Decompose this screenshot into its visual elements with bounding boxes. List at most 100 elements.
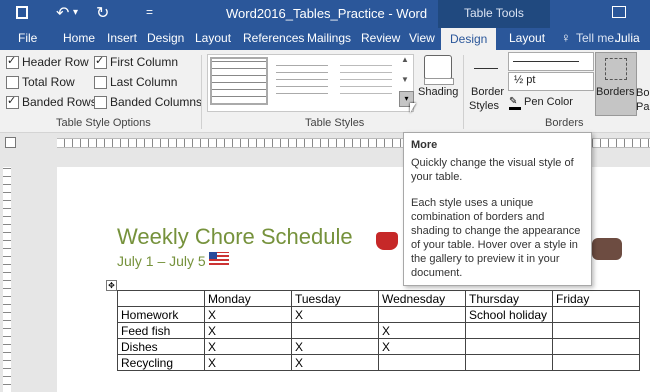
tab-file[interactable]: File xyxy=(18,31,37,45)
line-style-sample xyxy=(513,61,579,62)
tab-design[interactable]: Design xyxy=(147,31,184,45)
banded-columns-label: Banded Columns xyxy=(110,95,203,109)
tooltip-p2: combination of borders and xyxy=(411,211,545,223)
table-cell[interactable]: Monday xyxy=(204,290,292,307)
shading-button[interactable]: Shading xyxy=(418,86,458,98)
gallery-scroll-down-icon[interactable]: ▼ xyxy=(401,75,409,84)
table-cell[interactable]: Dishes xyxy=(117,338,205,355)
borders-group-label: Borders xyxy=(545,117,584,129)
table-cell[interactable]: Recycling xyxy=(117,354,205,371)
first-column-checkbox[interactable] xyxy=(94,54,107,69)
table-row: Dishes X X X xyxy=(117,338,640,355)
vertical-ruler xyxy=(3,167,11,392)
table-style-plain-grid[interactable] xyxy=(210,57,268,105)
table-cell[interactable]: X xyxy=(378,338,466,355)
table-cell[interactable] xyxy=(552,322,640,339)
dustpan-clipart-icon xyxy=(376,232,398,250)
table-cell[interactable]: X xyxy=(291,338,379,355)
customize-qat-icon[interactable]: = xyxy=(146,5,153,19)
tooltip-p4: of your table. Hover over a style in xyxy=(411,239,578,251)
table-row: Feed fish X X xyxy=(117,322,640,339)
table-cell[interactable] xyxy=(465,338,553,355)
pen-color-icon[interactable]: ✎ xyxy=(509,96,521,110)
border-painter-button[interactable]: Bo Pai xyxy=(636,86,650,114)
table-cell[interactable]: Tuesday xyxy=(291,290,379,307)
table-tools-label: Table Tools xyxy=(464,6,524,20)
table-cell[interactable] xyxy=(552,354,640,371)
tooltip-line2: your table. xyxy=(411,171,463,183)
tooltip-title: More xyxy=(411,139,438,151)
table-header-row: Monday Tuesday Wednesday Thursday Friday xyxy=(117,290,640,307)
line-weight-value: ½ pt xyxy=(514,74,536,86)
tooltip-p5: the gallery to preview it in your xyxy=(411,253,560,265)
border-styles-button[interactable]: Border xyxy=(471,86,504,98)
table-cell[interactable]: X xyxy=(291,306,379,323)
last-column-checkbox[interactable] xyxy=(94,76,107,89)
tooltip-p6: document. xyxy=(411,267,463,279)
table-cell[interactable] xyxy=(117,290,205,307)
table-cell[interactable] xyxy=(465,322,553,339)
redo-icon[interactable]: ↻ xyxy=(96,3,109,23)
table-cell[interactable] xyxy=(378,354,466,371)
borders-label: Borders xyxy=(596,86,635,98)
tab-references[interactable]: References xyxy=(243,31,304,45)
table-cell[interactable]: X xyxy=(204,338,292,355)
laundry-clipart-icon xyxy=(592,238,622,260)
banded-rows-label: Banded Rows xyxy=(22,95,97,109)
tab-insert[interactable]: Insert xyxy=(107,31,137,45)
table-cell[interactable]: Thursday xyxy=(465,290,553,307)
group-divider xyxy=(201,55,202,129)
table-style-options-group-label: Table Style Options xyxy=(56,117,151,129)
chore-table[interactable]: Monday Tuesday Wednesday Thursday Friday… xyxy=(117,290,640,371)
shading-color-bar xyxy=(424,78,454,85)
table-cell[interactable] xyxy=(465,354,553,371)
undo-icon[interactable]: ↶ xyxy=(56,3,69,23)
table-style-grid-light[interactable] xyxy=(276,60,328,100)
table-cell[interactable]: X xyxy=(378,322,466,339)
table-cell[interactable]: X xyxy=(204,306,292,323)
tab-review[interactable]: Review xyxy=(361,31,400,45)
table-row: Homework X X School holiday xyxy=(117,306,640,323)
table-cell[interactable]: School holiday xyxy=(465,306,553,323)
table-cell[interactable] xyxy=(552,338,640,355)
border-styles-button-line2[interactable]: Styles xyxy=(469,100,499,112)
tab-table-layout[interactable]: Layout xyxy=(509,31,545,45)
tab-table-design[interactable]: Design xyxy=(441,28,497,50)
table-move-handle-icon[interactable]: ✥ xyxy=(106,280,117,291)
borders-icon xyxy=(605,58,627,80)
banded-rows-checkbox[interactable] xyxy=(6,94,19,109)
tab-mailings[interactable]: Mailings xyxy=(307,31,351,45)
tab-layout[interactable]: Layout xyxy=(195,31,231,45)
table-cell[interactable]: Homework xyxy=(117,306,205,323)
table-cell[interactable]: Feed fish xyxy=(117,322,205,339)
tab-view[interactable]: View xyxy=(409,31,435,45)
table-cell[interactable]: Friday xyxy=(552,290,640,307)
banded-columns-checkbox[interactable] xyxy=(94,96,107,109)
save-icon[interactable] xyxy=(16,6,28,19)
table-style-grid-dashed[interactable] xyxy=(340,60,392,100)
table-cell[interactable] xyxy=(291,322,379,339)
ribbon-display-options-icon[interactable] xyxy=(612,6,626,18)
total-row-checkbox[interactable] xyxy=(6,76,19,89)
table-cell[interactable] xyxy=(552,306,640,323)
table-cell[interactable]: Wednesday xyxy=(378,290,466,307)
window-title: Word2016_Tables_Practice - Word xyxy=(226,6,428,21)
tab-home[interactable]: Home xyxy=(63,31,95,45)
undo-dropdown-icon[interactable]: ▾ xyxy=(73,7,78,18)
tooltip-line1: Quickly change the visual style of xyxy=(411,157,574,169)
user-name[interactable]: Julia xyxy=(615,31,640,45)
header-row-checkbox[interactable] xyxy=(6,54,19,69)
table-row: Recycling X X xyxy=(117,354,640,371)
total-row-label: Total Row xyxy=(22,75,75,89)
table-cell[interactable] xyxy=(378,306,466,323)
table-cell[interactable]: X xyxy=(204,354,292,371)
table-cell[interactable]: X xyxy=(291,354,379,371)
shading-icon[interactable] xyxy=(424,55,452,79)
pen-color-button[interactable]: Pen Color xyxy=(524,96,573,108)
table-cell[interactable]: X xyxy=(204,322,292,339)
document-heading: Weekly Chore Schedule xyxy=(117,224,353,249)
border-styles-icon[interactable] xyxy=(474,68,498,69)
gallery-scroll-up-icon[interactable]: ▲ xyxy=(401,55,409,64)
last-column-label: Last Column xyxy=(110,75,178,89)
ruler-tab-selector[interactable] xyxy=(5,137,16,148)
